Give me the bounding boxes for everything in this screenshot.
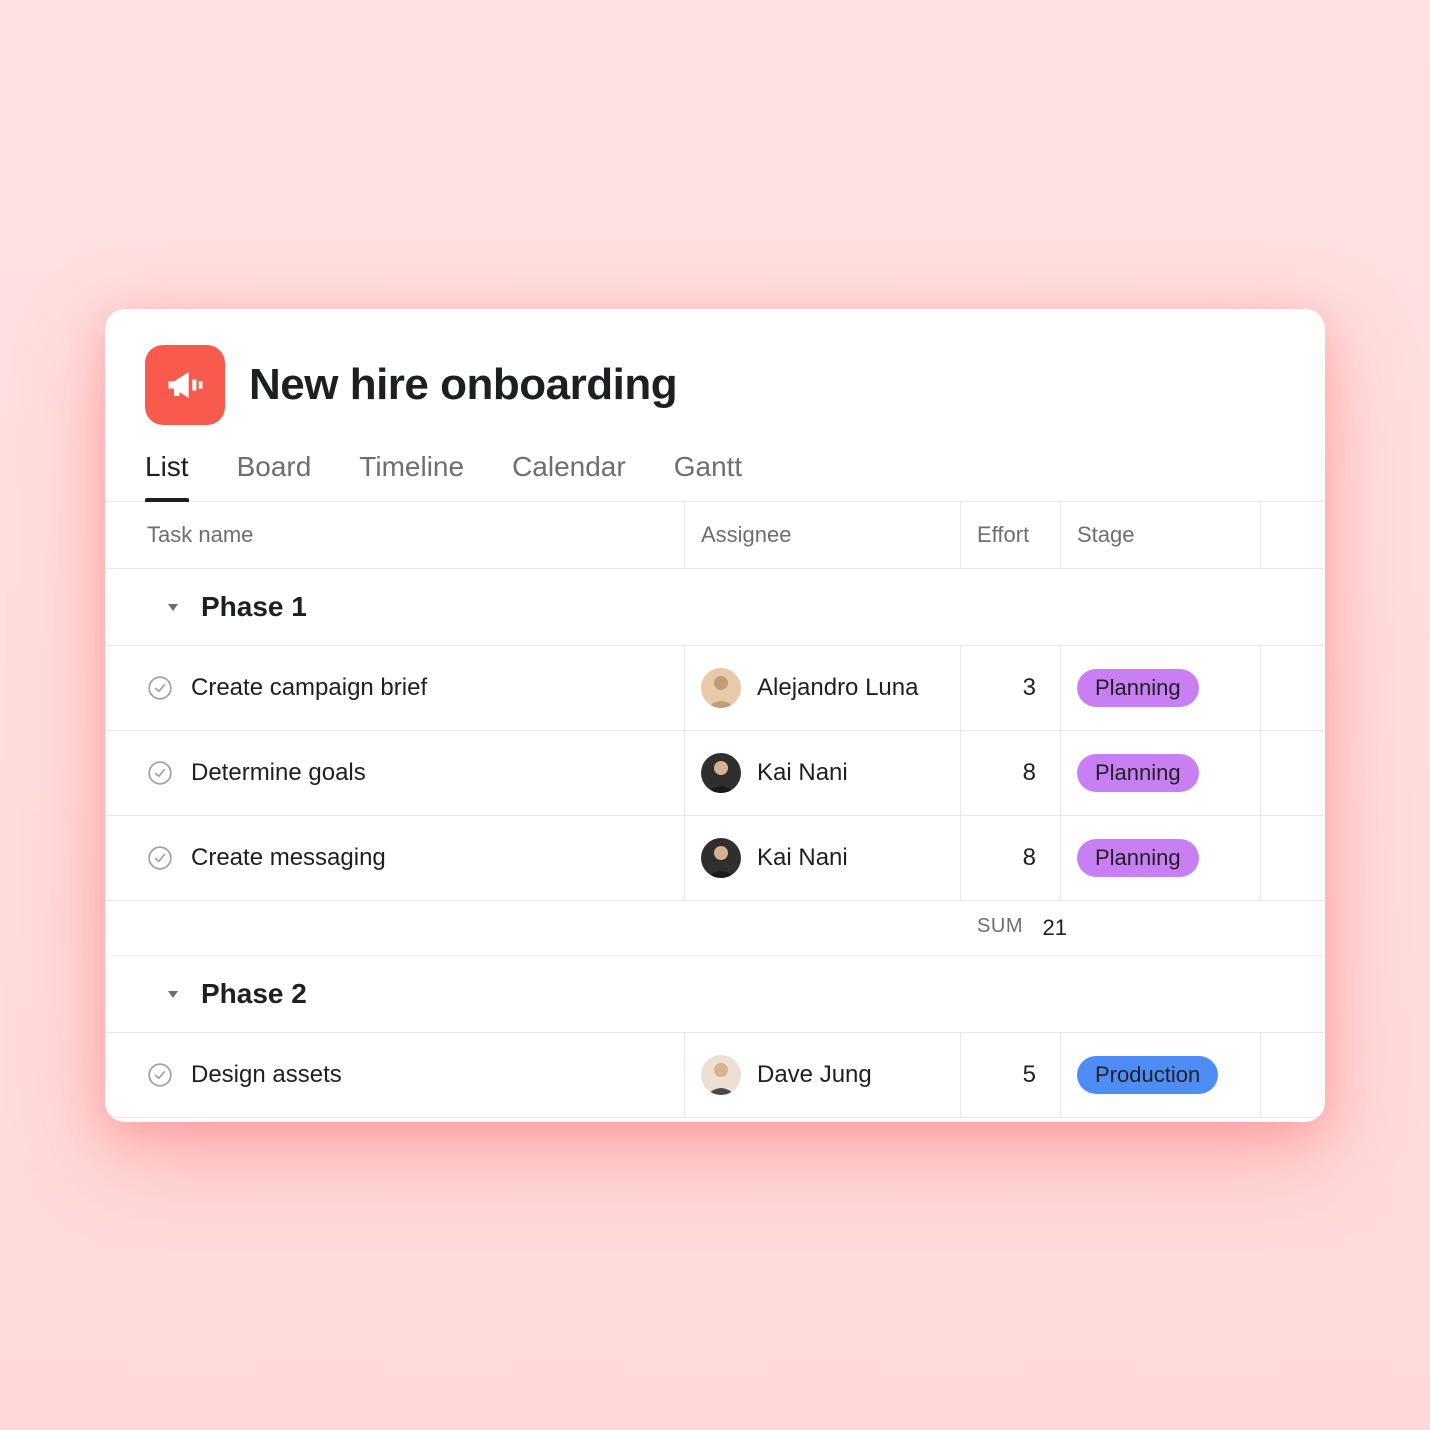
stage-cell[interactable]: Planning — [1061, 731, 1261, 815]
effort-cell[interactable]: 8 — [961, 731, 1061, 815]
project-icon-box[interactable] — [145, 345, 225, 425]
column-spacer — [1261, 502, 1325, 568]
project-header: New hire onboarding — [105, 309, 1325, 443]
section-header-phase1[interactable]: Phase 1 — [105, 569, 1325, 646]
task-row[interactable]: Create messaging Kai Nani 8 Planning — [105, 816, 1325, 901]
column-headers: Task name Assignee Effort Stage — [105, 502, 1325, 569]
column-assignee[interactable]: Assignee — [685, 502, 961, 568]
project-card: New hire onboarding List Board Timeline … — [105, 309, 1325, 1122]
stage-cell[interactable]: Planning — [1061, 816, 1261, 900]
cell-spacer — [1261, 816, 1325, 900]
avatar — [701, 838, 741, 878]
sum-label: SUM — [961, 901, 1031, 955]
task-name-cell[interactable]: Create messaging — [105, 816, 685, 900]
column-stage[interactable]: Stage — [1061, 502, 1261, 568]
task-row[interactable]: Create campaign brief Alejandro Luna 3 P… — [105, 646, 1325, 731]
tab-list[interactable]: List — [145, 451, 189, 501]
tab-calendar[interactable]: Calendar — [512, 451, 626, 501]
section-toggle-icon[interactable] — [163, 984, 183, 1004]
task-name-cell[interactable]: Determine goals — [105, 731, 685, 815]
assignee-name: Kai Nani — [757, 844, 848, 872]
assignee-cell[interactable]: Alejandro Luna — [685, 646, 961, 730]
task-name-cell[interactable]: Design assets — [105, 1033, 685, 1117]
stage-pill: Planning — [1077, 669, 1199, 707]
assignee-name: Alejandro Luna — [757, 674, 918, 702]
cell-spacer — [1261, 1033, 1325, 1117]
section-title: Phase 2 — [201, 978, 307, 1010]
complete-check-icon[interactable] — [147, 845, 173, 871]
column-task-name[interactable]: Task name — [105, 502, 685, 568]
avatar — [701, 753, 741, 793]
effort-value: 3 — [1023, 674, 1036, 702]
cell-spacer — [1261, 731, 1325, 815]
task-name: Design assets — [191, 1061, 342, 1089]
assignee-cell[interactable]: Kai Nani — [685, 816, 961, 900]
tab-gantt[interactable]: Gantt — [674, 451, 742, 501]
section-sum-row: SUM 21 — [105, 901, 1325, 956]
effort-cell[interactable]: 8 — [961, 816, 1061, 900]
assignee-cell[interactable]: Dave Jung — [685, 1033, 961, 1117]
effort-cell[interactable]: 5 — [961, 1033, 1061, 1117]
section-header-phase2[interactable]: Phase 2 — [105, 956, 1325, 1033]
column-effort[interactable]: Effort — [961, 502, 1061, 568]
assignee-cell[interactable]: Kai Nani — [685, 731, 961, 815]
complete-check-icon[interactable] — [147, 760, 173, 786]
cell-spacer — [1261, 646, 1325, 730]
complete-check-icon[interactable] — [147, 675, 173, 701]
avatar — [701, 668, 741, 708]
effort-value: 8 — [1023, 844, 1036, 872]
view-tabs: List Board Timeline Calendar Gantt — [105, 443, 1325, 502]
stage-pill: Planning — [1077, 754, 1199, 792]
task-row[interactable]: Design assets Dave Jung 5 Production — [105, 1033, 1325, 1118]
effort-value: 5 — [1023, 1061, 1036, 1089]
stage-pill: Production — [1077, 1056, 1218, 1094]
task-name: Determine goals — [191, 759, 366, 787]
section-title: Phase 1 — [201, 591, 307, 623]
assignee-name: Dave Jung — [757, 1061, 872, 1089]
effort-cell[interactable]: 3 — [961, 646, 1061, 730]
sum-value: 21 — [1031, 901, 1091, 955]
task-name: Create messaging — [191, 844, 386, 872]
section-toggle-icon[interactable] — [163, 597, 183, 617]
stage-cell[interactable]: Production — [1061, 1033, 1261, 1117]
assignee-name: Kai Nani — [757, 759, 848, 787]
effort-value: 8 — [1023, 759, 1036, 787]
stage-pill: Planning — [1077, 839, 1199, 877]
tab-board[interactable]: Board — [237, 451, 312, 501]
megaphone-icon — [163, 363, 207, 407]
project-title: New hire onboarding — [249, 360, 677, 410]
task-name: Create campaign brief — [191, 674, 427, 702]
task-name-cell[interactable]: Create campaign brief — [105, 646, 685, 730]
avatar — [701, 1055, 741, 1095]
tab-timeline[interactable]: Timeline — [359, 451, 464, 501]
complete-check-icon[interactable] — [147, 1062, 173, 1088]
task-row[interactable]: Determine goals Kai Nani 8 Planning — [105, 731, 1325, 816]
stage-cell[interactable]: Planning — [1061, 646, 1261, 730]
